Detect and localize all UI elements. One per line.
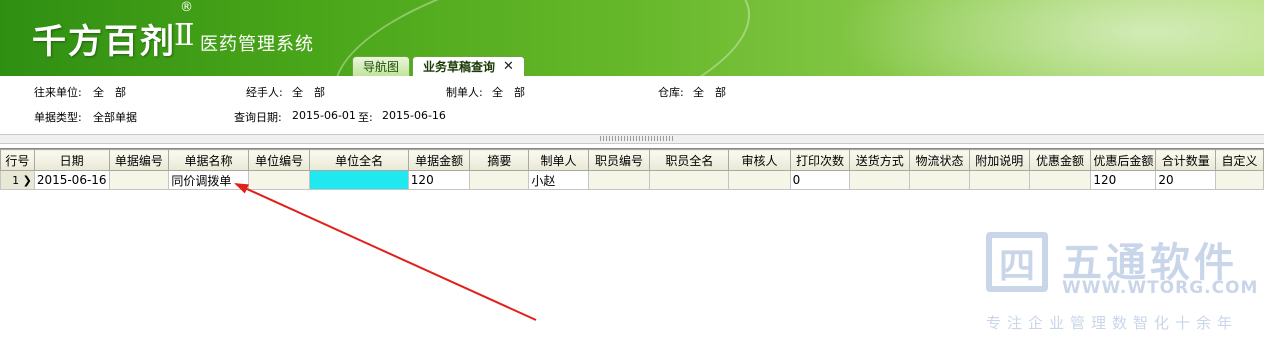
- watermark-logo-icon: 四: [986, 232, 1048, 292]
- watermark-slogan: 专注企业管理数智化十余年: [986, 314, 1239, 332]
- watermark-url: WWW.WTORG.COM: [1062, 278, 1259, 298]
